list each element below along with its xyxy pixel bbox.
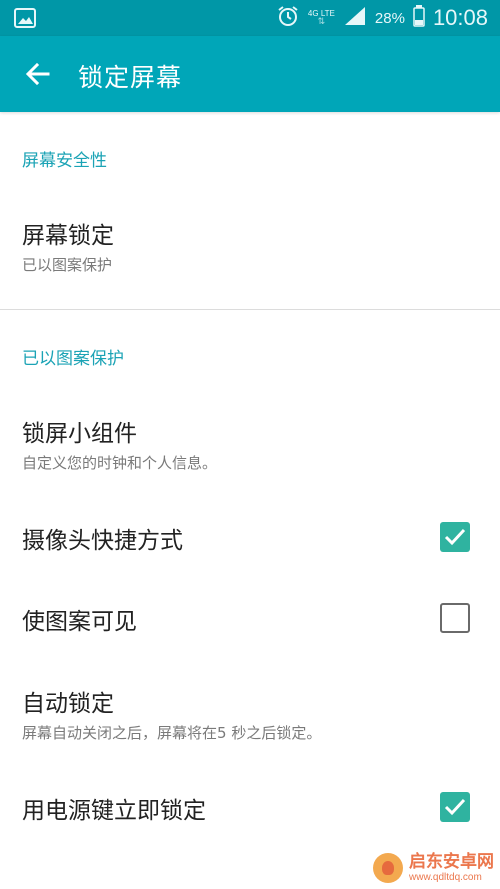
signal-icon	[343, 5, 367, 31]
gallery-icon	[14, 8, 36, 32]
item-title: 锁屏小组件	[22, 421, 137, 447]
power-key-lock-checkbox[interactable]	[440, 792, 470, 822]
item-title: 屏幕锁定	[22, 223, 114, 249]
item-subtitle: 屏幕自动关闭之后，屏幕将在5 秒之后锁定。	[22, 724, 322, 742]
alarm-icon	[276, 4, 300, 32]
network-indicator: 4G LTE ⇅	[308, 9, 335, 27]
battery-icon	[413, 5, 425, 31]
check-icon	[444, 798, 466, 816]
pattern-visible-checkbox[interactable]	[440, 603, 470, 633]
item-subtitle: 已以图案保护	[22, 256, 113, 274]
page-title: 锁定屏幕	[78, 63, 183, 92]
watermark: 启东安卓网 www.qdltdq.com	[373, 853, 494, 883]
divider	[0, 309, 500, 310]
app-bar: 锁定屏幕	[0, 36, 500, 112]
status-bar: 4G LTE ⇅ 28% 10:08	[0, 0, 500, 36]
item-title: 用电源键立即锁定	[22, 798, 206, 824]
watermark-name: 启东安卓网	[409, 852, 494, 873]
arrow-left-icon[interactable]	[24, 60, 52, 88]
item-title: 自动锁定	[22, 691, 114, 717]
item-title: 使图案可见	[22, 609, 137, 635]
check-icon	[444, 528, 466, 546]
battery-percent: 28%	[374, 9, 405, 27]
clock: 10:08	[432, 5, 488, 30]
data-arrows-icon: ⇅	[317, 16, 326, 27]
section-header-screen-security: 屏幕安全性	[22, 151, 107, 171]
watermark-logo-icon	[373, 853, 403, 883]
section-header-pattern: 已以图案保护	[22, 349, 124, 369]
item-subtitle: 自定义您的时钟和个人信息。	[22, 454, 218, 472]
camera-shortcut-checkbox[interactable]	[440, 522, 470, 552]
watermark-url: www.qdltdq.com	[409, 871, 482, 883]
item-title: 摄像头快捷方式	[22, 528, 183, 554]
